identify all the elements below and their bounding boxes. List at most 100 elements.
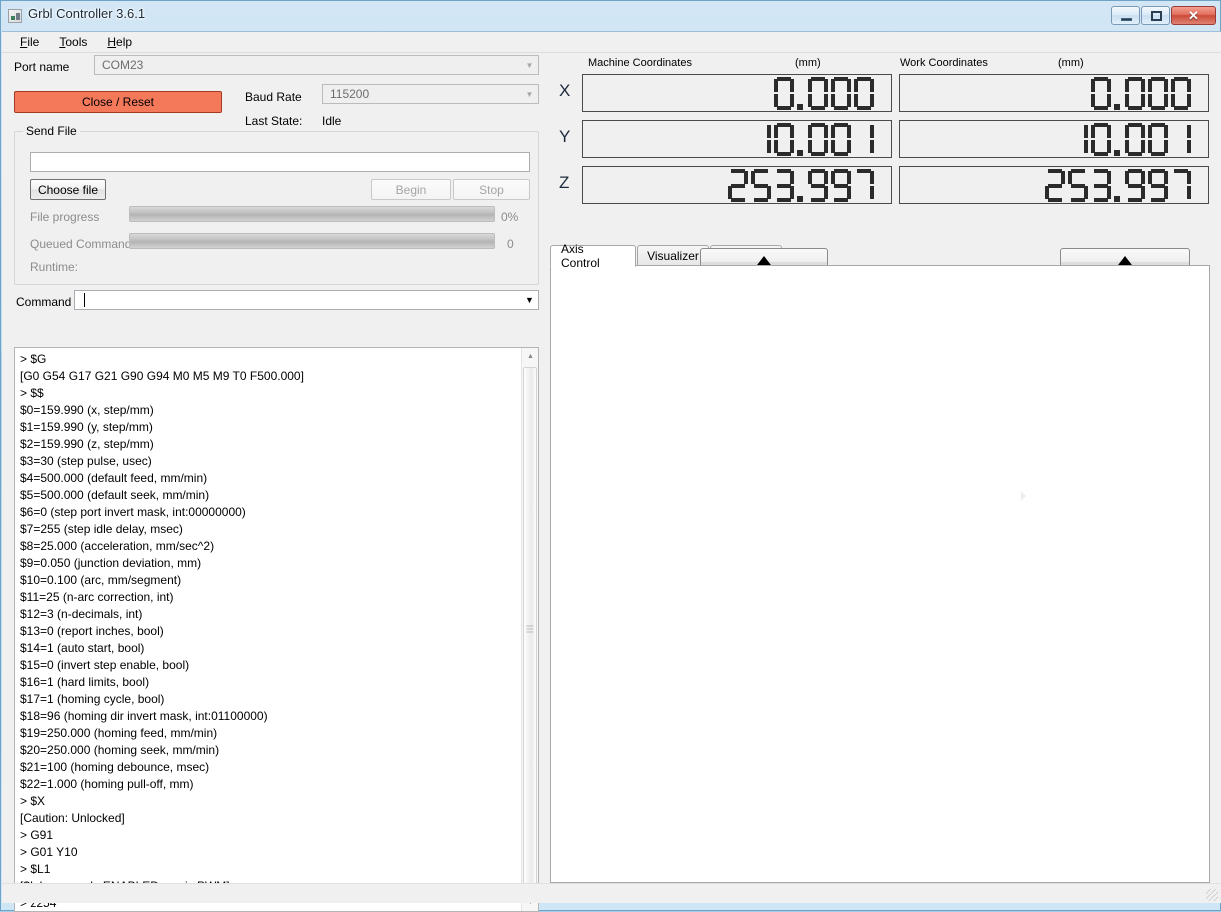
console-line: > G01 Y10 <box>20 845 78 859</box>
seven-segment-digit <box>1148 169 1168 202</box>
seven-segment-digit <box>1148 123 1168 156</box>
seven-segment-digit <box>774 169 794 202</box>
seven-segment-digit <box>1171 169 1191 202</box>
maximize-button[interactable] <box>1141 6 1170 25</box>
baud-rate-label: Baud Rate <box>245 90 302 104</box>
seven-segment-decimal <box>797 77 805 110</box>
queued-commands-value: 0 <box>507 237 514 251</box>
maximize-icon <box>1151 11 1162 21</box>
menu-bar: File Tools Help <box>2 32 1221 53</box>
text-caret <box>84 293 85 308</box>
menu-file[interactable]: File <box>10 33 49 51</box>
console-line: $17=1 (homing cycle, bool) <box>20 692 165 706</box>
file-path-value <box>31 153 529 157</box>
file-progress-value: 0% <box>501 210 519 224</box>
seven-segment-value <box>728 168 877 202</box>
tab-axis-control[interactable]: Axis Control <box>550 242 636 270</box>
baud-rate-combobox[interactable]: 115200 ▼ <box>322 84 539 104</box>
seven-segment-decimal <box>1114 123 1122 156</box>
work-readout-z <box>899 166 1209 204</box>
seven-segment-digit <box>1091 169 1111 202</box>
work-readout-y <box>899 120 1209 158</box>
seven-segment-decimal <box>797 123 805 156</box>
console-line: $10=0.100 (arc, mm/segment) <box>20 573 182 587</box>
seven-segment-digit <box>1068 123 1088 156</box>
seven-segment-digit <box>831 169 851 202</box>
send-file-group-title: Send File <box>23 124 80 138</box>
seven-segment-value <box>1091 76 1194 110</box>
console-line: > G91 <box>20 828 54 842</box>
scrollbar-grip-icon <box>526 625 534 634</box>
minimize-icon <box>1121 18 1132 21</box>
chevron-down-icon: ▼ <box>525 295 534 305</box>
seven-segment-digit <box>854 77 874 110</box>
console-line: [Caution: Unlocked] <box>20 811 125 825</box>
close-reset-button[interactable]: Close / Reset <box>14 91 222 113</box>
window-title: Grbl Controller 3.6.1 <box>28 6 146 21</box>
machine-readout-y <box>582 120 892 158</box>
console-line: $0=159.990 (x, step/mm) <box>20 403 154 417</box>
seven-segment-digit <box>1148 77 1168 110</box>
seven-segment-decimal <box>1114 169 1122 202</box>
seven-segment-digit <box>1171 123 1191 156</box>
console-line: > $L1 <box>20 862 51 876</box>
seven-segment-digit <box>854 169 874 202</box>
minimize-button[interactable] <box>1111 6 1140 25</box>
seven-segment-digit <box>774 77 794 110</box>
seven-segment-digit <box>1068 169 1088 202</box>
begin-button[interactable]: Begin <box>371 179 451 200</box>
console-line: $16=1 (hard limits, bool) <box>20 675 150 689</box>
seven-segment-digit <box>854 123 874 156</box>
window-controls: ✕ <box>1111 6 1216 25</box>
console-line: > $G <box>20 352 47 366</box>
choose-file-button[interactable]: Choose file <box>30 179 106 200</box>
seven-segment-digit <box>1091 77 1111 110</box>
seven-segment-digit <box>831 77 851 110</box>
seven-segment-value <box>774 76 877 110</box>
console-line: $4=500.000 (default feed, mm/min) <box>20 471 208 485</box>
queued-commands-bar <box>129 233 495 249</box>
stop-button[interactable]: Stop <box>453 179 530 200</box>
window-frame: Grbl Controller 3.6.1 ✕ File Tools Help … <box>0 0 1221 912</box>
console-output[interactable]: > $G [G0 G54 G17 G21 G90 G94 M0 M5 M9 T0 … <box>14 347 539 912</box>
tab-visualizer[interactable]: Visualizer <box>637 245 709 266</box>
menu-help[interactable]: Help <box>97 33 142 51</box>
seven-segment-digit <box>751 169 771 202</box>
queued-commands-label: Queued Commands <box>30 237 138 251</box>
console-line: $22=1.000 (homing pull-off, mm) <box>20 777 194 791</box>
resize-grip-icon[interactable] <box>1206 889 1218 901</box>
console-scrollbar[interactable]: ▲ ▼ <box>521 348 538 911</box>
console-line: [G0 G54 G17 G21 G90 G94 M0 M5 M9 T0 F500… <box>20 369 304 383</box>
work-coordinates-header: Work Coordinates <box>900 57 988 69</box>
command-combobox[interactable]: ▼ <box>74 290 539 310</box>
machine-coordinates-units: (mm) <box>795 57 821 69</box>
seven-segment-decimal <box>1114 77 1122 110</box>
menu-tools[interactable]: Tools <box>49 33 97 51</box>
machine-coordinates-header: Machine Coordinates <box>588 57 692 69</box>
close-button[interactable]: ✕ <box>1171 6 1216 25</box>
close-icon: ✕ <box>1188 8 1199 23</box>
console-line: > $X <box>20 794 46 808</box>
seven-segment-digit <box>1125 123 1145 156</box>
console-line: $13=0 (report inches, bool) <box>20 624 164 638</box>
scroll-up-icon[interactable]: ▲ <box>522 348 538 365</box>
seven-segment-digit <box>1045 169 1065 202</box>
menu-file-label-rest: ile <box>27 35 40 49</box>
seven-segment-value <box>1068 122 1194 156</box>
status-bar <box>2 883 1221 903</box>
menu-help-label-rest: elp <box>116 35 133 49</box>
scrollbar-thumb[interactable] <box>523 367 537 892</box>
console-line: $12=3 (n-decimals, int) <box>20 607 143 621</box>
seven-segment-digit <box>831 123 851 156</box>
work-readout-x <box>899 74 1209 112</box>
machine-readout-z <box>582 166 892 204</box>
seven-segment-digit <box>1091 123 1111 156</box>
axis-label-x: X <box>559 81 571 100</box>
port-name-combobox[interactable]: COM23 ▼ <box>94 55 539 75</box>
console-line: $1=159.990 (y, step/mm) <box>20 420 153 434</box>
file-path-input[interactable] <box>30 152 530 172</box>
axis-control-panel <box>550 265 1210 883</box>
console-line: $3=30 (step pulse, usec) <box>20 454 152 468</box>
chevron-down-icon: ▼ <box>525 89 534 99</box>
console-line: $6=0 (step port invert mask, int:0000000… <box>20 505 246 519</box>
